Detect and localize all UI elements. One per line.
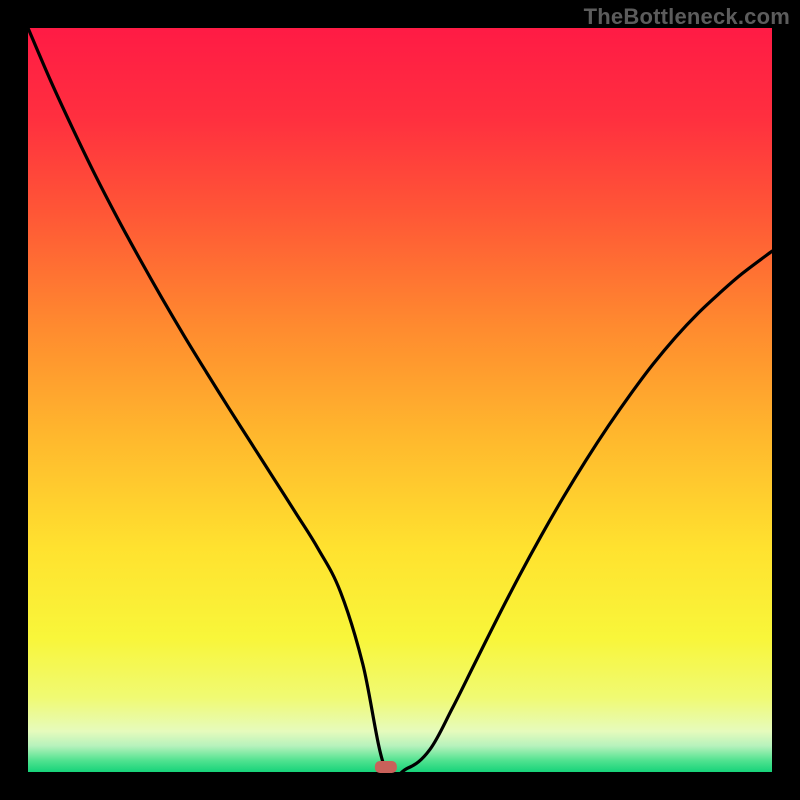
plot-background [28, 28, 772, 772]
attribution-text: TheBottleneck.com [584, 4, 790, 30]
bottleneck-chart [0, 0, 800, 800]
selected-config-marker [375, 761, 397, 773]
chart-frame: TheBottleneck.com [0, 0, 800, 800]
